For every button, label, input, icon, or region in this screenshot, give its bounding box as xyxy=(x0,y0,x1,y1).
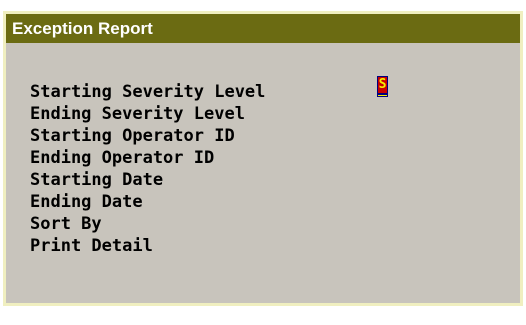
exception-report-window: Exception Report Starting Severity Level… xyxy=(3,11,523,306)
ending-operator-id-label: Ending Operator ID xyxy=(30,148,215,168)
report-parameters-form: Starting Severity Level Ending Severity … xyxy=(6,43,520,303)
starting-severity-level-label: Starting Severity Level xyxy=(30,82,266,102)
ending-date-label: Ending Date xyxy=(30,192,143,212)
starting-operator-id-label: Starting Operator ID xyxy=(30,126,235,146)
starting-date-label: Starting Date xyxy=(30,170,164,190)
starting-severity-level-input[interactable]: S xyxy=(377,76,388,97)
sort-by-label: Sort By xyxy=(30,214,102,234)
input-cursor-value: S xyxy=(378,77,387,93)
ending-severity-level-label: Ending Severity Level xyxy=(30,104,245,124)
print-detail-label: Print Detail xyxy=(30,236,153,256)
text-cursor xyxy=(378,93,387,95)
window-title: Exception Report xyxy=(6,14,520,43)
